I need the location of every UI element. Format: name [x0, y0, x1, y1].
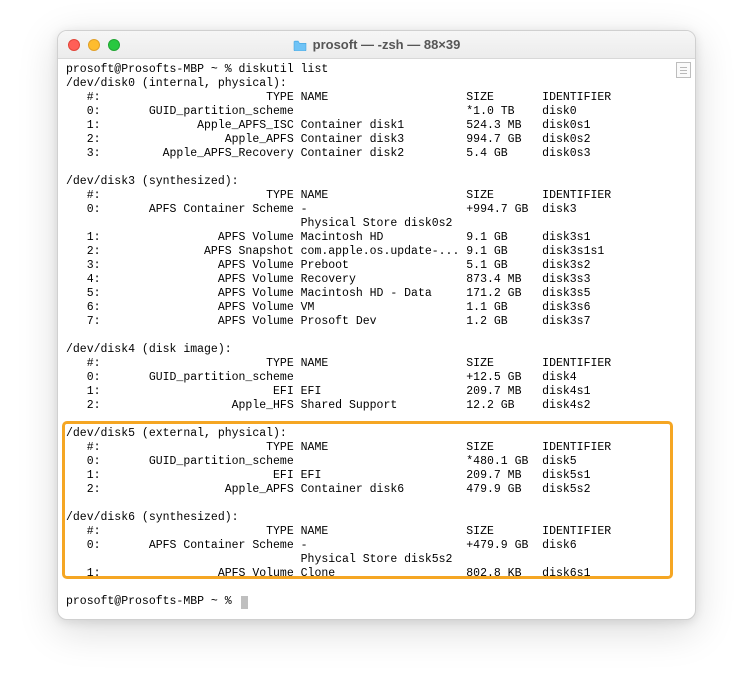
- traffic-lights: [68, 39, 120, 51]
- minimize-icon[interactable]: [88, 39, 100, 51]
- terminal-window: prosoft — -zsh — 88×39 prosoft@Prosofts-…: [57, 30, 696, 620]
- close-icon[interactable]: [68, 39, 80, 51]
- window-title-text: prosoft — -zsh — 88×39: [313, 37, 461, 52]
- terminal-output[interactable]: prosoft@Prosofts-MBP ~ % diskutil list /…: [58, 59, 695, 619]
- titlebar: prosoft — -zsh — 88×39: [58, 31, 695, 59]
- prompt-text: prosoft@Prosofts-MBP ~ %: [66, 595, 239, 609]
- folder-icon: [293, 39, 307, 51]
- cursor-icon: [241, 596, 248, 609]
- scrollbar-indicator[interactable]: [676, 62, 691, 78]
- window-title: prosoft — -zsh — 88×39: [58, 37, 695, 52]
- terminal-content-area: prosoft@Prosofts-MBP ~ % diskutil list /…: [58, 59, 695, 619]
- prompt-line[interactable]: prosoft@Prosofts-MBP ~ %: [66, 595, 687, 609]
- zoom-icon[interactable]: [108, 39, 120, 51]
